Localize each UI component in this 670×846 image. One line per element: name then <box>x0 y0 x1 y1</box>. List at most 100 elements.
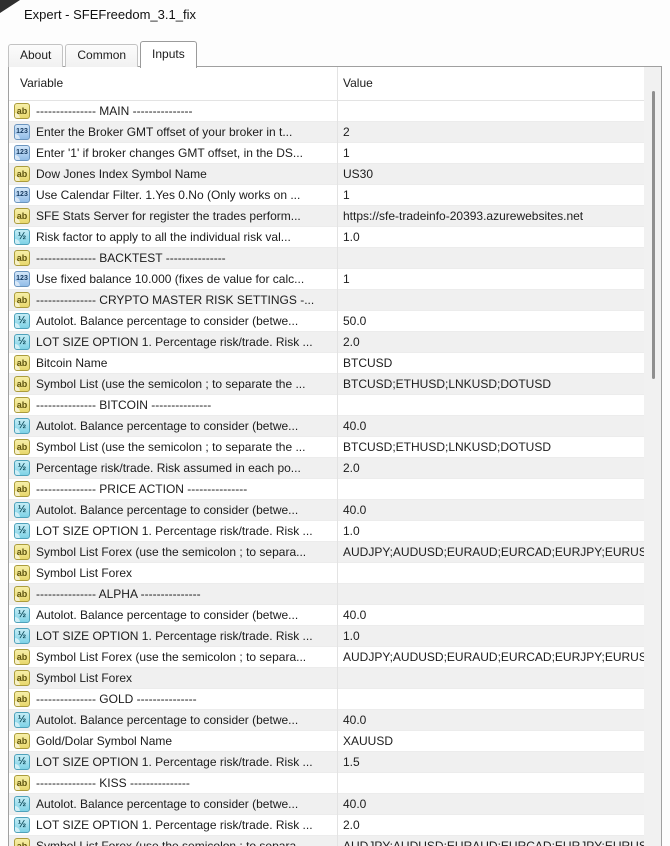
input-row[interactable]: ab Symbol List Forex (use the semicolon … <box>9 647 661 668</box>
variable-name: LOT SIZE OPTION 1. Percentage risk/trade… <box>36 335 313 349</box>
input-row[interactable]: ½ Autolot. Balance percentage to conside… <box>9 311 661 332</box>
input-row[interactable]: ab --------------- BACKTEST ------------… <box>9 248 661 269</box>
value-cell[interactable]: 1.5 <box>337 755 661 769</box>
variable-cell: ab Symbol List (use the semicolon ; to s… <box>9 439 337 455</box>
input-row[interactable]: ab SFE Stats Server for register the tra… <box>9 206 661 227</box>
inputs-table: Variable Value ab --------------- MAIN -… <box>8 66 662 846</box>
input-row[interactable]: ½ LOT SIZE OPTION 1. Percentage risk/tra… <box>9 815 661 836</box>
value-cell[interactable]: 50.0 <box>337 314 661 328</box>
value-cell[interactable]: AUDJPY;AUDUSD;EURAUD;EURCAD;EURJPY;EURUS… <box>337 839 661 846</box>
variable-cell: ab Symbol List Forex (use the semicolon … <box>9 838 337 846</box>
variable-cell: ab --------------- ALPHA --------------- <box>9 586 337 602</box>
variable-name: LOT SIZE OPTION 1. Percentage risk/trade… <box>36 524 313 538</box>
string-type-icon: ab <box>14 586 30 602</box>
input-row[interactable]: ab Gold/Dolar Symbol Name XAUUSD <box>9 731 661 752</box>
variable-cell: ab Symbol List Forex <box>9 565 337 581</box>
value-cell[interactable]: 1.0 <box>337 524 661 538</box>
value-cell[interactable]: 1 <box>337 188 661 202</box>
input-row[interactable]: ab --------------- PRICE ACTION --------… <box>9 479 661 500</box>
input-row[interactable]: ab Dow Jones Index Symbol Name US30 <box>9 164 661 185</box>
variable-name: LOT SIZE OPTION 1. Percentage risk/trade… <box>36 755 313 769</box>
value-cell[interactable]: AUDJPY;AUDUSD;EURAUD;EURCAD;EURJPY;EURUS… <box>337 545 661 559</box>
scrollbar-thumb[interactable] <box>652 91 655 379</box>
string-type-icon: ab <box>14 397 30 413</box>
value-cell[interactable]: 1.0 <box>337 629 661 643</box>
double-type-icon: ½ <box>14 607 30 623</box>
value-cell[interactable]: 40.0 <box>337 419 661 433</box>
input-row[interactable]: ½ Autolot. Balance percentage to conside… <box>9 710 661 731</box>
value-cell[interactable]: XAUUSD <box>337 734 661 748</box>
tab-common[interactable]: Common <box>65 44 139 67</box>
input-row[interactable]: ab Symbol List Forex <box>9 668 661 689</box>
value-cell[interactable]: 1.0 <box>337 230 661 244</box>
input-row[interactable]: 123 Enter the Broker GMT offset of your … <box>9 122 661 143</box>
value-cell[interactable]: 1 <box>337 272 661 286</box>
variable-cell: ab --------------- GOLD --------------- <box>9 691 337 707</box>
value-cell[interactable]: 1 <box>337 146 661 160</box>
variable-name: Symbol List (use the semicolon ; to sepa… <box>36 440 306 454</box>
double-type-icon: ½ <box>14 313 30 329</box>
table-header: Variable Value <box>9 67 661 101</box>
input-row[interactable]: ab --------------- MAIN --------------- <box>9 101 661 122</box>
table-rows: ab --------------- MAIN --------------- … <box>9 101 661 846</box>
string-type-icon: ab <box>14 775 30 791</box>
tab-about[interactable]: About <box>8 44 64 67</box>
input-row[interactable]: ab --------------- BITCOIN -------------… <box>9 395 661 416</box>
value-cell[interactable]: 40.0 <box>337 713 661 727</box>
vertical-scrollbar[interactable] <box>644 67 661 846</box>
variable-name: Autolot. Balance percentage to consider … <box>36 419 299 433</box>
variable-cell: ab --------------- KISS --------------- <box>9 775 337 791</box>
value-cell[interactable]: BTCUSD;ETHUSD;LNKUSD;DOTUSD <box>337 377 661 391</box>
value-cell[interactable]: 2.0 <box>337 818 661 832</box>
input-row[interactable]: ½ Risk factor to apply to all the indivi… <box>9 227 661 248</box>
column-resize-handle[interactable] <box>337 67 338 846</box>
variable-cell: 123 Use Calendar Filter. 1.Yes 0.No (Onl… <box>9 187 337 203</box>
variable-cell: ab Symbol List Forex <box>9 670 337 686</box>
input-row[interactable]: 123 Enter '1' if broker changes GMT offs… <box>9 143 661 164</box>
input-row[interactable]: ab --------------- ALPHA --------------- <box>9 584 661 605</box>
variable-name: Autolot. Balance percentage to consider … <box>36 797 299 811</box>
input-row[interactable]: ab Symbol List (use the semicolon ; to s… <box>9 437 661 458</box>
input-row[interactable]: ½ Autolot. Balance percentage to conside… <box>9 500 661 521</box>
value-cell[interactable]: 40.0 <box>337 608 661 622</box>
string-type-icon: ab <box>14 733 30 749</box>
column-header-value: Value <box>343 76 373 90</box>
input-row[interactable]: ab --------------- KISS --------------- <box>9 773 661 794</box>
variable-cell: ab SFE Stats Server for register the tra… <box>9 208 337 224</box>
input-row[interactable]: ½ LOT SIZE OPTION 1. Percentage risk/tra… <box>9 752 661 773</box>
input-row[interactable]: ab Symbol List Forex <box>9 563 661 584</box>
value-cell[interactable]: 2.0 <box>337 461 661 475</box>
input-row[interactable]: ½ LOT SIZE OPTION 1. Percentage risk/tra… <box>9 521 661 542</box>
variable-cell: 123 Enter the Broker GMT offset of your … <box>9 124 337 140</box>
input-row[interactable]: ab --------------- CRYPTO MASTER RISK SE… <box>9 290 661 311</box>
value-cell[interactable]: US30 <box>337 167 661 181</box>
tab-inputs[interactable]: Inputs <box>140 41 197 68</box>
input-row[interactable]: ab Bitcoin Name BTCUSD <box>9 353 661 374</box>
double-type-icon: ½ <box>14 418 30 434</box>
input-row[interactable]: ½ Percentage risk/trade. Risk assumed in… <box>9 458 661 479</box>
input-row[interactable]: ½ LOT SIZE OPTION 1. Percentage risk/tra… <box>9 332 661 353</box>
input-row[interactable]: 123 Use Calendar Filter. 1.Yes 0.No (Onl… <box>9 185 661 206</box>
input-row[interactable]: ½ Autolot. Balance percentage to conside… <box>9 416 661 437</box>
input-row[interactable]: ab Symbol List Forex (use the semicolon … <box>9 836 661 846</box>
variable-cell: ½ LOT SIZE OPTION 1. Percentage risk/tra… <box>9 523 337 539</box>
variable-name: --------------- KISS --------------- <box>36 776 190 790</box>
value-cell[interactable]: BTCUSD <box>337 356 661 370</box>
value-cell[interactable]: 40.0 <box>337 503 661 517</box>
input-row[interactable]: ½ Autolot. Balance percentage to conside… <box>9 794 661 815</box>
double-type-icon: ½ <box>14 628 30 644</box>
input-row[interactable]: ab Symbol List (use the semicolon ; to s… <box>9 374 661 395</box>
input-row[interactable]: ½ LOT SIZE OPTION 1. Percentage risk/tra… <box>9 626 661 647</box>
variable-cell: ½ Autolot. Balance percentage to conside… <box>9 502 337 518</box>
value-cell[interactable]: 2.0 <box>337 335 661 349</box>
input-row[interactable]: ab --------------- GOLD --------------- <box>9 689 661 710</box>
value-cell[interactable]: 2 <box>337 125 661 139</box>
input-row[interactable]: 123 Use fixed balance 10.000 (fixes de v… <box>9 269 661 290</box>
value-cell[interactable]: 40.0 <box>337 797 661 811</box>
value-cell[interactable]: AUDJPY;AUDUSD;EURAUD;EURCAD;EURJPY;EURUS… <box>337 650 661 664</box>
variable-name: Autolot. Balance percentage to consider … <box>36 314 299 328</box>
input-row[interactable]: ½ Autolot. Balance percentage to conside… <box>9 605 661 626</box>
value-cell[interactable]: https://sfe-tradeinfo-20393.azurewebsite… <box>337 209 661 223</box>
input-row[interactable]: ab Symbol List Forex (use the semicolon … <box>9 542 661 563</box>
value-cell[interactable]: BTCUSD;ETHUSD;LNKUSD;DOTUSD <box>337 440 661 454</box>
